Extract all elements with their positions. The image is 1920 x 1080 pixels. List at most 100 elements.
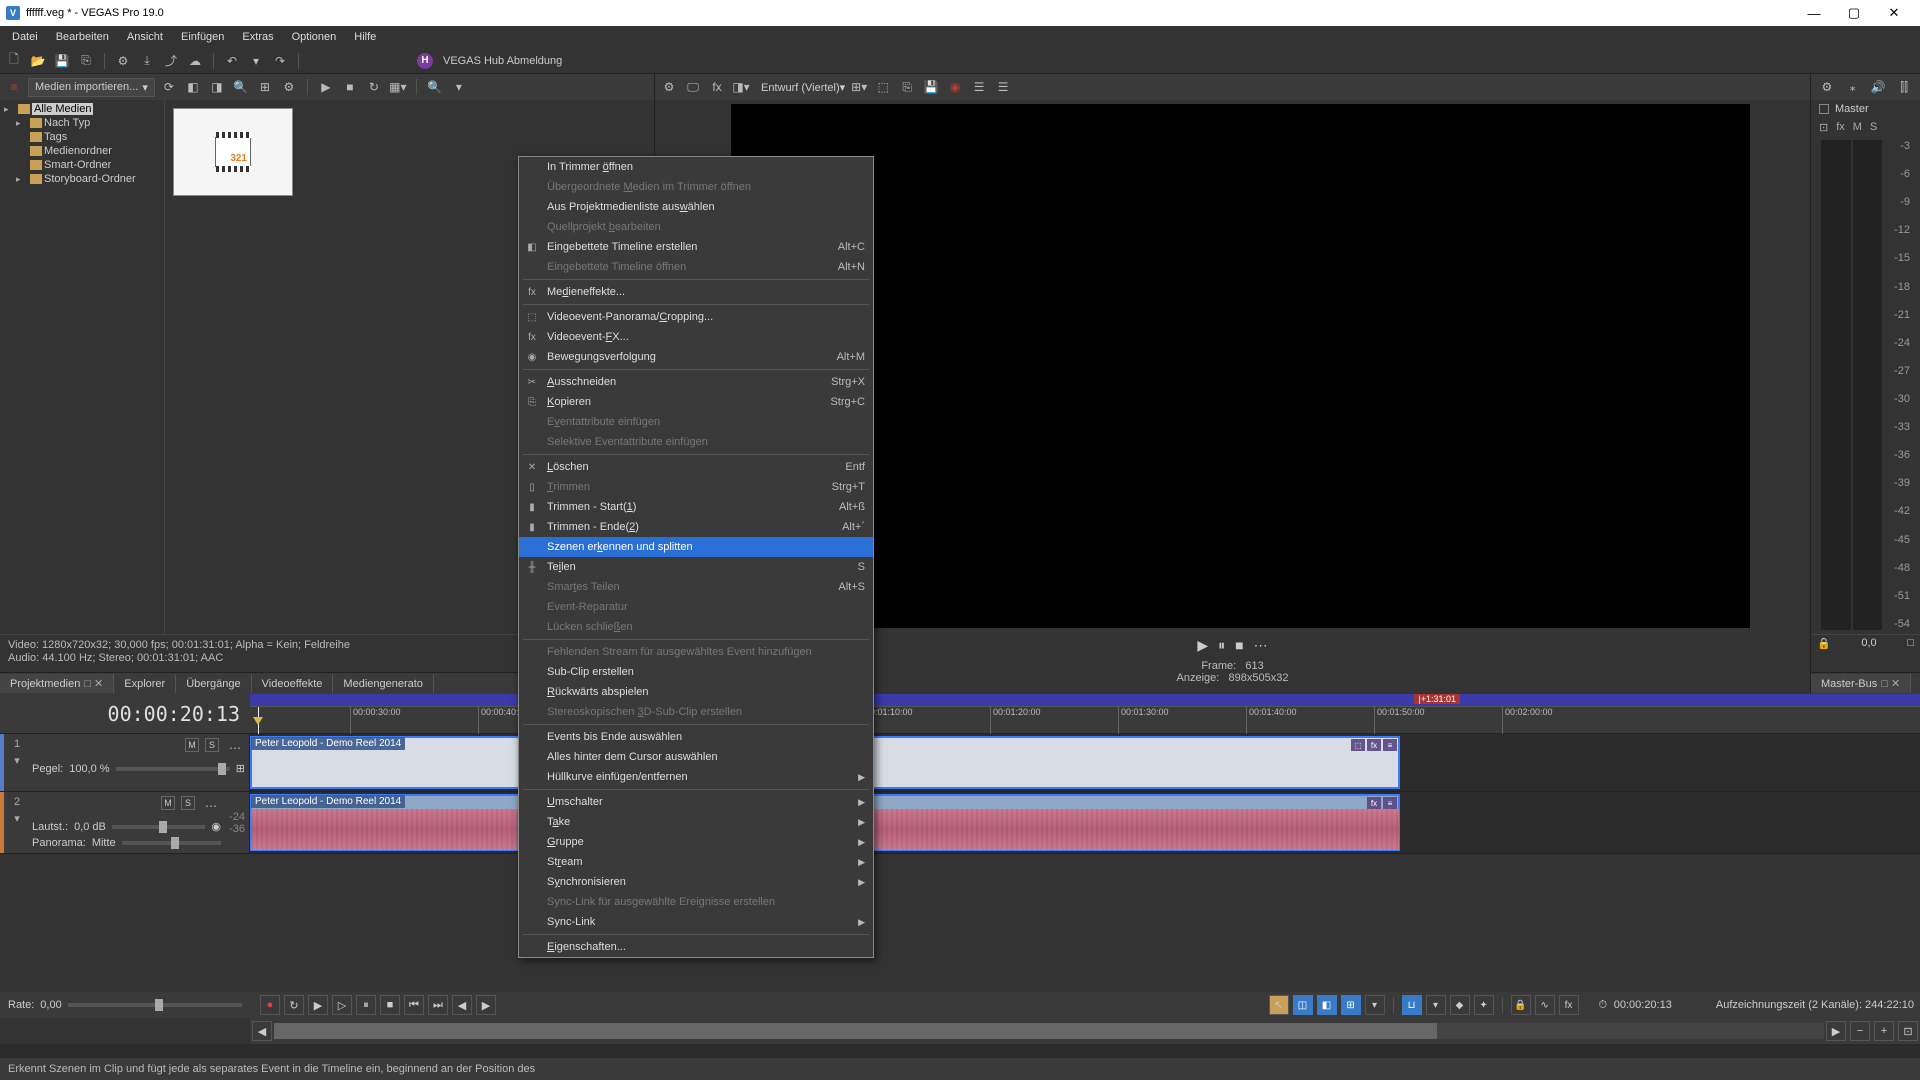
tab-master-bus[interactable]: Master-Bus□ ✕ [1811,674,1911,693]
end-marker[interactable]: |+1:31:01 [1414,694,1460,704]
preview-rec-icon[interactable]: ◉ [945,77,965,97]
tab-videoeffekte[interactable]: Videoeffekte [252,675,334,693]
preview-overlay-icon[interactable]: ⬚ [873,77,893,97]
marker-tool[interactable]: ◆ [1450,995,1470,1015]
playhead-flag[interactable] [253,717,263,725]
ctx-alles-hinter-dem-cursor-ausw-h[interactable]: Alles hinter dem Cursor auswählen [519,747,873,767]
master-dim-icon[interactable]: ⁎ [1843,77,1863,97]
tool-normal[interactable]: ↖ [1269,995,1289,1015]
master-fx-button[interactable]: fx [1836,121,1845,133]
preview-quality[interactable]: Entwurf (Viertel)▾ [761,81,845,94]
rate-slider[interactable] [68,1003,242,1007]
menu-hilfe[interactable]: Hilfe [346,29,384,45]
ctx-events-bis-ende-ausw-hlen[interactable]: Events bis Ende auswählen [519,727,873,747]
undo-dropdown-icon[interactable]: ▾ [246,51,266,71]
menu-datei[interactable]: Datei [4,29,46,45]
tab-projektmedien[interactable]: Projektmedien□ ✕ [0,674,114,693]
track1-level-slider[interactable] [116,767,230,771]
master-check-icon[interactable] [1819,104,1829,114]
track2-solo[interactable]: S [181,796,195,810]
ctx-r-ckw-rts-abspielen[interactable]: Rückwärts abspielen [519,682,873,702]
preview-settings-icon[interactable]: ⚙ [659,77,679,97]
tool-3[interactable]: ⊞ [1341,995,1361,1015]
snap-button[interactable]: ⊔ [1402,995,1422,1015]
preview-ext-icon[interactable]: 🖵 [683,77,703,97]
env-tool[interactable]: ∿ [1535,995,1555,1015]
timeline-timecode[interactable]: ⏱ 00:00:20:13 [1599,998,1672,1012]
track-menu-icon[interactable]: ▾ [14,812,20,825]
audio-event-menu-icon[interactable]: ≡ [1383,797,1397,809]
media-clip-thumbnail[interactable]: 321 [173,108,293,196]
ctx-sub-clip-erstellen[interactable]: Sub-Clip erstellen [519,662,873,682]
master-out-icon[interactable]: ⊡ [1819,121,1828,134]
open-icon[interactable]: 📂 [28,51,48,71]
master-mute-button[interactable]: M [1853,121,1862,133]
play-start-button[interactable]: ▶ [308,995,328,1015]
master-faders-icon[interactable]: ⫿⫿ [1894,77,1914,97]
media-tool-2-icon[interactable]: ◧ [183,77,203,97]
minimize-button[interactable]: — [1794,0,1834,26]
render-icon[interactable]: ⎘ [76,51,96,71]
ctx-trimmen-start-1-[interactable]: ▮Trimmen - Start(1)Alt+ß [519,497,873,517]
new-project-icon[interactable]: 🗋 [4,51,24,71]
preview-save-icon[interactable]: 💾 [921,77,941,97]
pause-button[interactable]: ⏸ [356,995,376,1015]
import-icon[interactable]: ⤓ [137,51,157,71]
track1-solo[interactable]: S [205,738,219,752]
preview-adj-icon[interactable]: ☰ [969,77,989,97]
preview-copy-icon[interactable]: ⎘ [897,77,917,97]
upload-icon[interactable]: ☁ [185,51,205,71]
timecode-display[interactable]: 00:00:20:13 [0,694,250,733]
marker-track[interactable]: |+1:31:01 [250,694,1920,706]
tab-uebergaenge[interactable]: Übergänge [176,675,251,693]
tree-media-folder[interactable]: Medienordner [2,144,162,158]
tool-1[interactable]: ◫ [1293,995,1313,1015]
menu-ansicht[interactable]: Ansicht [119,29,171,45]
scroll-track[interactable] [274,1023,1824,1039]
ctx-videoevent-panorama-cropping-[interactable]: ⬚Videoevent-Panorama/Cropping... [519,307,873,327]
tool-dropdown[interactable]: ▾ [1365,995,1385,1015]
go-end-button[interactable]: ⏭ [428,995,448,1015]
ctx-videoevent-fx-[interactable]: fxVideoevent-FX... [519,327,873,347]
track-menu-icon[interactable]: ▾ [14,754,20,767]
ctx-eigenschaften-[interactable]: Eigenschaften... [519,937,873,957]
ctx-h-llkurve-einf-gen-entfernen[interactable]: Hüllkurve einfügen/entfernen▶ [519,767,873,787]
stop-button[interactable]: ■ [380,995,400,1015]
record-button[interactable]: ● [260,995,280,1015]
media-stop-icon[interactable]: ■ [340,77,360,97]
media-search-icon[interactable]: 🔍 [425,77,445,97]
ctx-kopieren[interactable]: ⎘KopierenStrg+C [519,392,873,412]
ctx-sync-link[interactable]: Sync-Link▶ [519,912,873,932]
track2-more-icon[interactable]: ⋯ [201,796,221,816]
preview-play-button[interactable]: ▶ [1197,637,1208,654]
ctx-szenen-erkennen-und-splitten[interactable]: Szenen erkennen und splitten [519,537,873,557]
media-play-icon[interactable]: ▶ [316,77,336,97]
tab-mediengenerator[interactable]: Mediengenerato [333,675,434,693]
media-tool-4-icon[interactable]: 🔍 [231,77,251,97]
ctx-trimmen-ende-2-[interactable]: ▮Trimmen - Ende(2)Alt+´ [519,517,873,537]
auto-ripple[interactable]: ✦ [1474,995,1494,1015]
track2-rec-icon[interactable]: ◉ [211,820,221,833]
tool-2[interactable]: ◧ [1317,995,1337,1015]
media-menu-icon[interactable]: ≡ [4,77,24,97]
media-filter-icon[interactable]: ▾ [449,77,469,97]
master-solo-button[interactable]: S [1870,121,1877,133]
audio-event-fx-icon[interactable]: fx [1367,797,1381,809]
tree-by-type[interactable]: ▸Nach Typ [2,116,162,130]
ctx-teilen[interactable]: ╫TeilenS [519,557,873,577]
time-ruler[interactable]: 00:00:30:0000:00:40:0000:00:50:0000:01:0… [250,706,1920,734]
track1-mute[interactable]: M [185,738,199,752]
tree-all-media[interactable]: ▸Alle Medien [2,102,162,116]
ctx-ausschneiden[interactable]: ✂AusschneidenStrg+X [519,372,873,392]
properties-icon[interactable]: ⚙ [113,51,133,71]
hub-icon[interactable]: H [417,53,433,69]
preview-pause-button[interactable]: ⏸ [1218,637,1225,654]
lock-tool[interactable]: 🔒 [1511,995,1531,1015]
menu-einfuegen[interactable]: Einfügen [173,29,232,45]
maximize-button[interactable]: ▢ [1834,0,1874,26]
redo-icon[interactable]: ↷ [270,51,290,71]
tab-explorer[interactable]: Explorer [114,675,176,693]
snap-dropdown[interactable]: ▾ [1426,995,1446,1015]
ctx-eingebettete-timeline-erstelle[interactable]: ◧Eingebettete Timeline erstellenAlt+C [519,237,873,257]
ctx-bewegungsverfolgung[interactable]: ◉BewegungsverfolgungAlt+M [519,347,873,367]
